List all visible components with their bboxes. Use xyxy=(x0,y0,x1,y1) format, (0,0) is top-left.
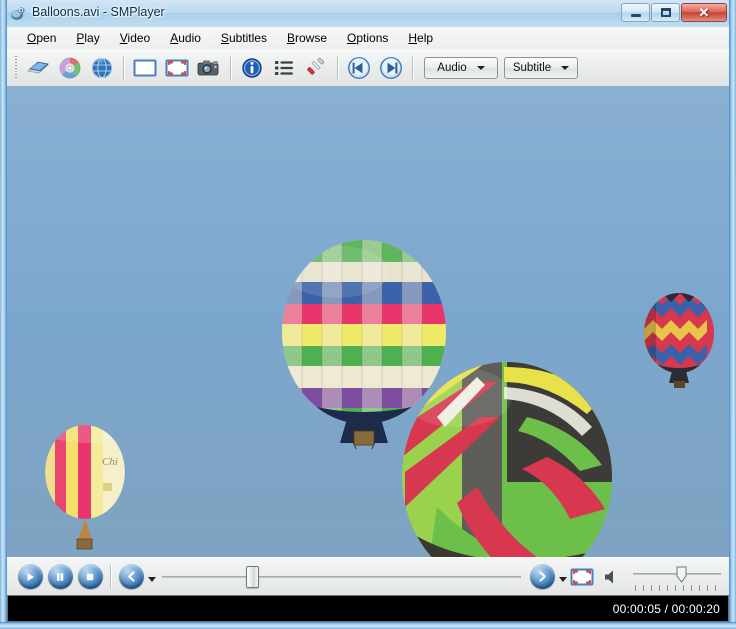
control-bar xyxy=(7,557,729,595)
play-button[interactable] xyxy=(15,562,45,592)
stop-button[interactable] xyxy=(75,562,105,592)
smplayer-icon xyxy=(11,7,25,20)
playlist-button[interactable] xyxy=(268,53,300,83)
window-title: Balloons.avi - SMPlayer xyxy=(32,5,165,19)
toolbar-grip[interactable] xyxy=(13,55,19,80)
camera-icon xyxy=(197,60,219,75)
maximize-button[interactable] xyxy=(651,3,680,22)
window-icon xyxy=(133,59,157,76)
audio-dropdown-label: Audio xyxy=(437,61,467,74)
playlist-icon xyxy=(275,60,293,75)
globe-icon xyxy=(92,57,112,78)
close-icon: ✕ xyxy=(698,5,710,20)
window-controls: ✕ xyxy=(621,3,727,22)
smplayer-window: Balloons.avi - SMPlayer ✕ Open Play Video A… xyxy=(0,0,736,629)
window-border-bottom xyxy=(0,622,736,629)
fullscreen-button[interactable] xyxy=(161,53,193,83)
subtitle-dropdown-label: Subtitle xyxy=(512,61,552,74)
chevron-down-icon xyxy=(561,65,570,70)
title-bar[interactable]: Balloons.avi - SMPlayer ✕ xyxy=(0,0,736,27)
menu-bar: Open Play Video Audio Subtitles Browse Options… xyxy=(7,27,729,49)
seek-slider[interactable] xyxy=(162,562,521,592)
volume-ticks xyxy=(635,584,719,591)
menu-browse[interactable]: Browse xyxy=(277,28,337,48)
rewind-icon xyxy=(118,564,144,589)
control-separator xyxy=(110,564,111,589)
mute-button[interactable] xyxy=(597,562,627,592)
audio-track-dropdown[interactable]: Audio xyxy=(424,56,498,79)
menu-options[interactable]: Options xyxy=(337,28,398,48)
previous-button[interactable] xyxy=(343,53,375,83)
preferences-button[interactable] xyxy=(300,53,332,83)
minimize-button[interactable] xyxy=(621,3,650,22)
pause-button[interactable] xyxy=(45,562,75,592)
skip-next-icon xyxy=(380,56,402,79)
next-button[interactable] xyxy=(375,53,407,83)
info-icon xyxy=(242,57,262,78)
open-file-button[interactable] xyxy=(22,53,54,83)
info-button[interactable] xyxy=(236,53,268,83)
video-display[interactable]: Chi xyxy=(7,87,729,557)
seek-track xyxy=(162,575,521,578)
toolbar-separator xyxy=(123,55,124,80)
main-toolbar: Audio Subtitle xyxy=(7,49,729,87)
menu-video[interactable]: Video xyxy=(110,28,160,48)
toolbar-separator xyxy=(337,55,338,80)
pause-icon xyxy=(47,564,73,589)
maximize-icon xyxy=(660,8,671,17)
blue-book-icon xyxy=(27,61,49,73)
close-button[interactable]: ✕ xyxy=(681,3,727,22)
fullscreen-icon xyxy=(165,59,189,76)
status-bar: 00:00:05 / 00:00:20 xyxy=(7,595,729,622)
stop-icon xyxy=(77,564,103,589)
forward-button[interactable] xyxy=(527,562,557,592)
menu-subtitles[interactable]: Subtitles xyxy=(211,28,277,48)
chevron-down-icon xyxy=(476,65,485,70)
forward-icon xyxy=(529,564,555,589)
seek-handle[interactable] xyxy=(245,565,259,588)
volume-handle[interactable] xyxy=(676,566,687,583)
fullscreen-icon xyxy=(570,568,594,585)
volume-slider[interactable] xyxy=(633,562,721,592)
open-dvd-button[interactable] xyxy=(54,53,86,83)
menu-audio[interactable]: Audio xyxy=(160,28,211,48)
speaker-icon xyxy=(605,570,613,583)
subtitle-track-dropdown[interactable]: Subtitle xyxy=(504,56,578,79)
toolbar-separator xyxy=(230,55,231,80)
play-icon xyxy=(17,564,43,589)
menu-help[interactable]: Help xyxy=(398,28,443,48)
dvd-disc-icon xyxy=(59,57,81,78)
playback-time: 00:00:05 / 00:00:20 xyxy=(612,601,720,616)
fullscreen-toggle-button[interactable] xyxy=(567,562,597,592)
menu-open[interactable]: Open xyxy=(17,28,66,48)
video-frame: Chi xyxy=(7,87,729,557)
rewind-button[interactable] xyxy=(116,562,146,592)
minimize-icon xyxy=(630,13,641,17)
toolbar-separator xyxy=(412,55,413,80)
screwdriver-icon xyxy=(307,57,325,74)
open-url-button[interactable] xyxy=(86,53,118,83)
menu-play[interactable]: Play xyxy=(66,28,109,48)
rewind-dropdown-arrow[interactable] xyxy=(148,577,156,582)
window-border-left xyxy=(0,0,7,629)
screenshot-button[interactable] xyxy=(193,53,225,83)
skip-previous-icon xyxy=(348,56,370,79)
window-border-right xyxy=(729,0,736,629)
svg-text:Chi: Chi xyxy=(102,456,118,468)
compact-mode-button[interactable] xyxy=(129,53,161,83)
forward-dropdown-arrow[interactable] xyxy=(559,577,567,582)
